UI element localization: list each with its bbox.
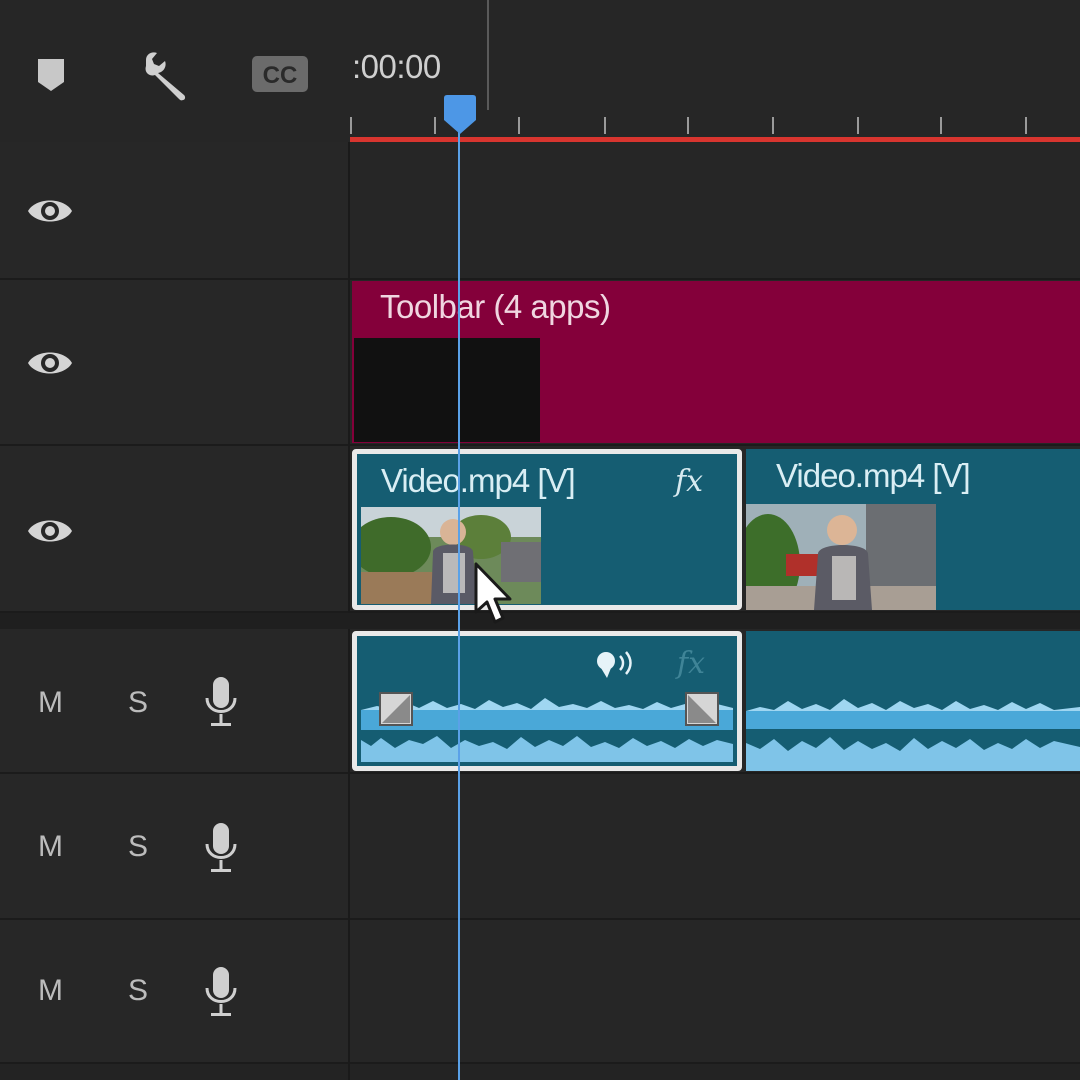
video-track-header-v1 bbox=[0, 446, 348, 613]
ruler-tick bbox=[940, 117, 942, 134]
timeline-tools: CC bbox=[0, 0, 349, 142]
video-track-header-v2 bbox=[0, 280, 348, 446]
video-clip-label: Video.mp4 [V] bbox=[776, 457, 971, 494]
keyframe-handle-right[interactable] bbox=[685, 692, 719, 726]
timeline-panel: CC :00:00 Toolbar (4 apps) Video.mp4 [V]… bbox=[0, 0, 1080, 1080]
ruler-tick bbox=[687, 117, 689, 134]
playhead-line[interactable] bbox=[458, 130, 460, 1080]
keyframe-handle-left[interactable] bbox=[379, 692, 413, 726]
ruler-tick bbox=[857, 117, 859, 134]
audio-clip[interactable] bbox=[746, 631, 1080, 771]
ruler-tick bbox=[434, 117, 436, 134]
audio-clip-selected[interactable]: fx bbox=[352, 631, 742, 771]
ruler-tick bbox=[1025, 117, 1027, 134]
video-audio-divider bbox=[0, 613, 1080, 629]
solo-button[interactable]: S bbox=[128, 830, 148, 864]
mute-button[interactable]: M bbox=[38, 830, 63, 864]
microphone-icon[interactable] bbox=[204, 966, 238, 1018]
mouse-cursor bbox=[472, 562, 516, 628]
solo-button[interactable]: S bbox=[128, 686, 148, 720]
video-clip-selected[interactable]: Video.mp4 [V] fx bbox=[352, 449, 742, 610]
graphic-clip-thumbnail bbox=[354, 338, 540, 442]
solo-button[interactable]: S bbox=[128, 974, 148, 1008]
playhead-handle[interactable] bbox=[441, 94, 479, 136]
mute-button[interactable]: M bbox=[38, 974, 63, 1008]
wrench-icon[interactable] bbox=[138, 50, 194, 102]
ruler-tick bbox=[772, 117, 774, 134]
audio-track-header-a3: M S bbox=[0, 920, 348, 1064]
eye-icon[interactable] bbox=[26, 194, 74, 228]
video-clip-label: Video.mp4 [V] bbox=[381, 462, 576, 499]
ruler-cursor-line bbox=[487, 0, 489, 110]
fx-badge[interactable]: fx bbox=[675, 464, 703, 499]
fx-badge[interactable]: fx bbox=[677, 646, 705, 681]
video-track-header-v3 bbox=[0, 142, 348, 280]
microphone-icon[interactable] bbox=[204, 822, 238, 874]
ruler-tick bbox=[518, 117, 520, 134]
eye-icon[interactable] bbox=[26, 514, 74, 548]
graphic-clip-label: Toolbar (4 apps) bbox=[380, 288, 611, 325]
cc-label: CC bbox=[263, 62, 298, 89]
audio-waveform bbox=[746, 699, 1080, 771]
video-clip-thumbnail bbox=[746, 504, 936, 610]
microphone-icon[interactable] bbox=[204, 676, 238, 728]
ruler-tick bbox=[604, 117, 606, 134]
marker-icon[interactable] bbox=[34, 56, 68, 94]
video-clip[interactable]: Video.mp4 [V] bbox=[746, 449, 1080, 610]
eye-icon[interactable] bbox=[26, 346, 74, 380]
speech-icon[interactable] bbox=[593, 650, 637, 682]
audio-track-header-a2: M S bbox=[0, 774, 348, 920]
closed-captions-icon[interactable]: CC bbox=[250, 54, 310, 94]
mute-button[interactable]: M bbox=[38, 686, 63, 720]
ruler-tick bbox=[350, 117, 352, 134]
audio-track-header-a1: M S bbox=[0, 629, 348, 774]
timeline-header: CC :00:00 bbox=[0, 0, 1080, 143]
